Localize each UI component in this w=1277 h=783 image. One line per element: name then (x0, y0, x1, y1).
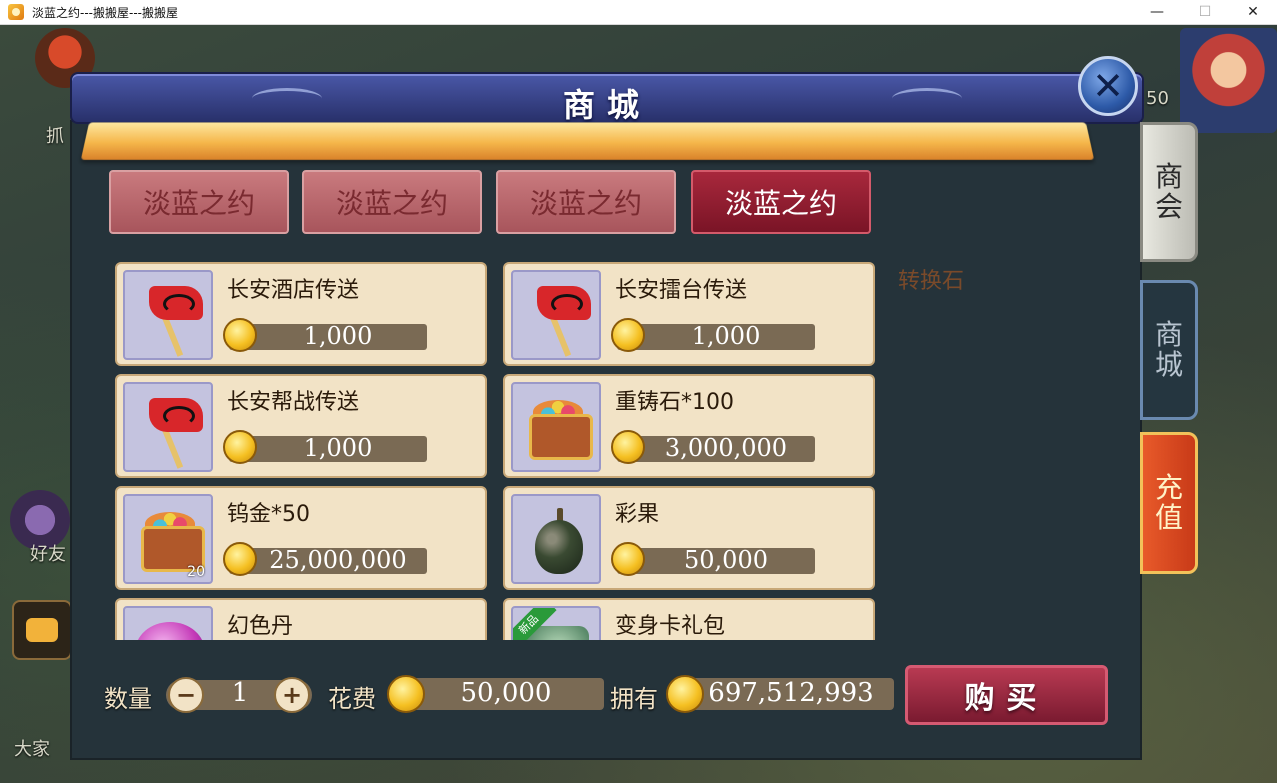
selected-item-name: 转换石 (898, 269, 965, 294)
tab-category-2[interactable]: 淡蓝之约 (302, 170, 482, 234)
increase-quantity-button[interactable]: + (274, 677, 310, 713)
flag-icon (123, 382, 213, 472)
item-name: 长安酒店传送 (227, 278, 360, 303)
item-name: 钨金*50 (227, 502, 310, 527)
close-window-button[interactable]: ✕ (1229, 0, 1277, 24)
owned-label: 拥有 (610, 685, 658, 713)
window-title: 淡蓝之约---搬搬屋---搬搬屋 (32, 5, 178, 20)
coin-icon (611, 318, 645, 352)
minus-icon: − (175, 681, 197, 709)
gold-ribbon (80, 122, 1095, 160)
treasure-chest-icon (511, 382, 601, 472)
tab-category-3[interactable]: 淡蓝之约 (496, 170, 676, 234)
side-tab-char: 充 (1154, 471, 1183, 504)
item-price: 1,000 (303, 434, 373, 462)
side-tab-char: 城 (1154, 348, 1183, 381)
pill-icon (123, 606, 213, 640)
item-name: 幻色丹 (227, 614, 294, 639)
item-card[interactable]: 长安酒店传送 1,000 (115, 262, 487, 366)
app-icon (8, 4, 24, 20)
chat-bubble-icon (26, 618, 58, 642)
buy-button[interactable]: 购买 (905, 665, 1108, 725)
cost-label: 花费 (328, 685, 376, 713)
item-price: 3,000,000 (664, 434, 788, 462)
owned-value: 697,512,993 (708, 678, 874, 708)
player-level: 50 (1146, 88, 1169, 109)
gift-pack-icon: 新品 (511, 606, 601, 640)
item-price: 1,000 (303, 322, 373, 350)
item-card[interactable]: 幻色丹 (115, 598, 487, 640)
friends-label[interactable]: 好友 (30, 540, 66, 566)
item-price: 25,000,000 (269, 546, 407, 574)
coin-icon (223, 318, 257, 352)
side-tab-char: 商 (1154, 160, 1183, 193)
chat-button[interactable] (12, 600, 72, 660)
close-icon: ✕ (1092, 64, 1124, 108)
item-card[interactable]: 长安帮战传送 1,000 (115, 374, 487, 478)
decrease-quantity-button[interactable]: − (168, 677, 204, 713)
side-tab-char: 商 (1154, 318, 1183, 351)
background-label: 抓 (46, 126, 64, 147)
side-tab-chamber[interactable]: 商 会 (1140, 122, 1198, 262)
coin-icon (223, 430, 257, 464)
item-name: 长安帮战传送 (227, 390, 360, 415)
item-list: 长安酒店传送 1,000 长安擂台传送 1,000 长安帮战传送 1,000 重… (115, 262, 879, 640)
tab-category-1[interactable]: 淡蓝之约 (109, 170, 289, 234)
item-card[interactable]: 新品 变身卡礼包 (503, 598, 875, 640)
coin-icon (611, 430, 645, 464)
maximize-button[interactable]: ☐ (1181, 0, 1229, 24)
coin-icon (223, 542, 257, 576)
item-card[interactable]: 彩果 50,000 (503, 486, 875, 590)
close-button[interactable]: ✕ (1078, 56, 1138, 116)
plus-icon: + (281, 681, 303, 709)
chat-preview: 大家 (14, 739, 50, 760)
shop-header: 商城 (70, 72, 1144, 124)
item-name: 长安擂台传送 (615, 278, 748, 303)
minimize-button[interactable]: — (1133, 0, 1181, 24)
quantity-label: 数量 (104, 685, 152, 713)
cost-value: 50,000 (460, 678, 552, 708)
item-name: 重铸石*100 (615, 390, 734, 415)
flag-icon (511, 270, 601, 360)
tab-category-4[interactable]: 淡蓝之约 (691, 170, 871, 234)
player-avatar[interactable] (1180, 28, 1277, 133)
coin-icon (611, 542, 645, 576)
window-titlebar: 淡蓝之约---搬搬屋---搬搬屋 — ☐ ✕ (0, 0, 1277, 25)
side-tab-char: 值 (1154, 501, 1183, 534)
side-tab-char: 会 (1154, 190, 1183, 223)
treasure-chest-icon: 20 (123, 494, 213, 584)
side-tab-recharge[interactable]: 充 值 (1140, 432, 1198, 574)
item-name: 变身卡礼包 (615, 614, 726, 639)
item-price: 50,000 (684, 546, 768, 574)
item-card[interactable]: 重铸石*100 3,000,000 (503, 374, 875, 478)
page-title: 商城 (562, 86, 651, 124)
flag-icon (123, 270, 213, 360)
item-price: 1,000 (691, 322, 761, 350)
item-stack-count: 20 (187, 564, 205, 580)
item-name: 彩果 (615, 502, 660, 527)
coin-icon (666, 675, 704, 713)
fruit-icon (511, 494, 601, 584)
quantity-value[interactable]: 1 (210, 678, 270, 708)
item-card[interactable]: 20 钨金*50 25,000,000 (115, 486, 487, 590)
item-card[interactable]: 长安擂台传送 1,000 (503, 262, 875, 366)
side-tab-shop[interactable]: 商 城 (1140, 280, 1198, 420)
